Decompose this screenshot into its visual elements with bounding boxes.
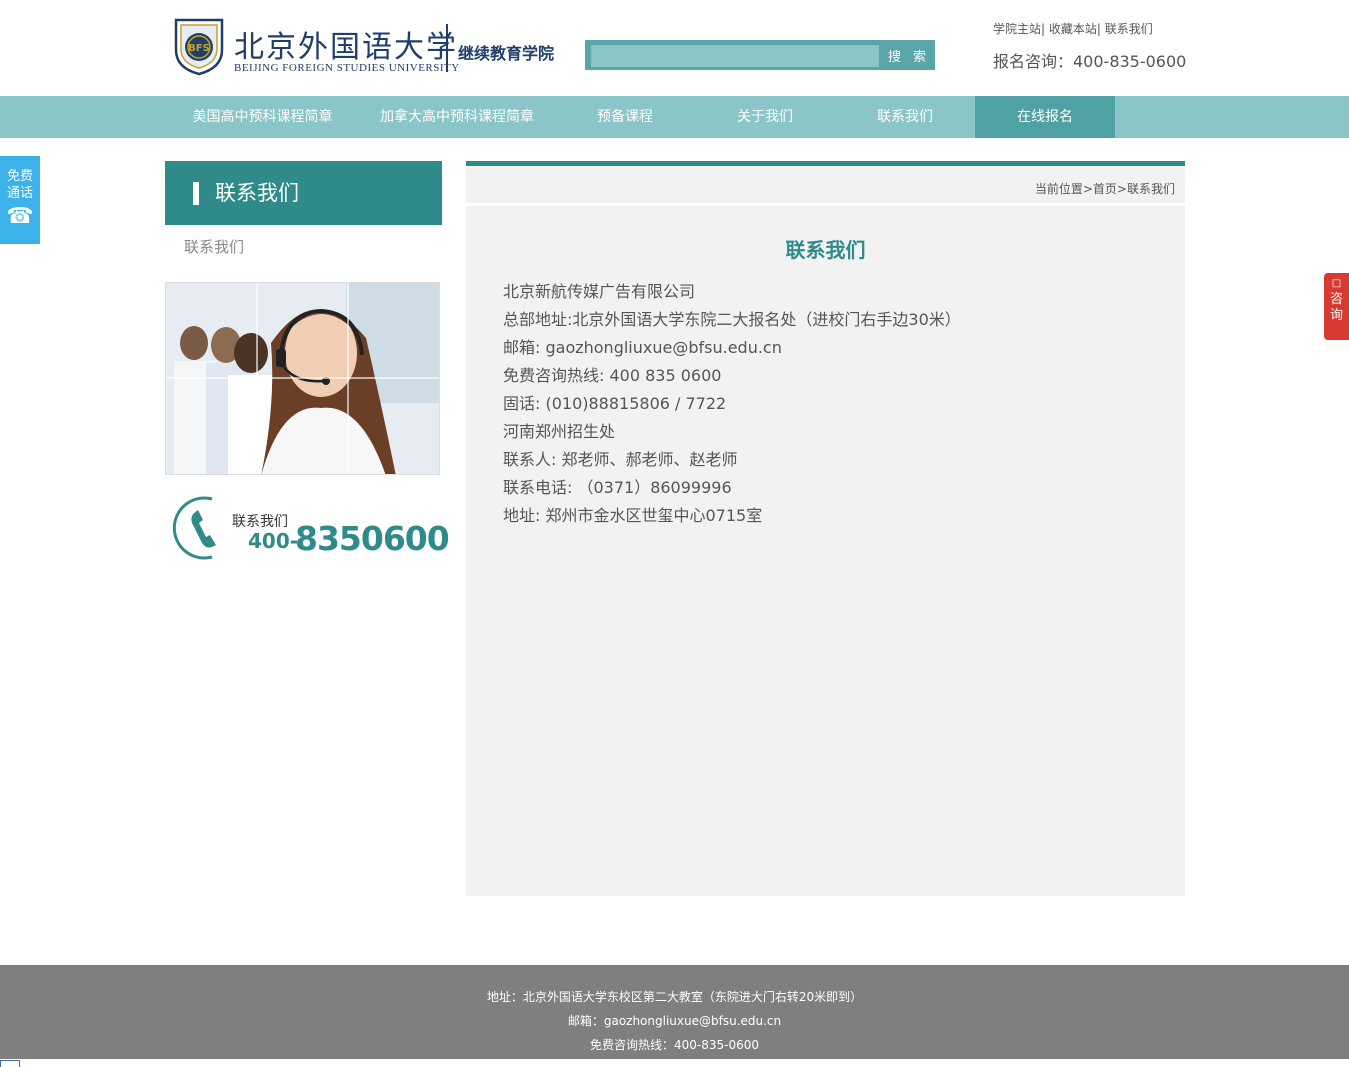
free-hotline-line: 免费咨询热线: 400 835 0600: [503, 366, 722, 385]
school-name: 继续教育学院: [458, 44, 555, 63]
email-line: 邮箱: gaozhongliuxue@bfsu.edu.cn: [503, 338, 782, 357]
nav-item-canada-prep[interactable]: 加拿大高中预科课程简章: [362, 96, 552, 138]
company-name: 北京新航传媒广告有限公司: [503, 282, 696, 301]
hotline-text: 报名咨询：400-835-0600: [993, 52, 1187, 71]
footer-hotline: 免费咨询热线：400-835-0600: [589, 1038, 759, 1052]
hotline-banner-number: 8350600: [295, 519, 450, 558]
university-logo[interactable]: BFS 北京外国语大学 BEIJING FOREIGN STUDIES UNIV…: [172, 16, 572, 80]
consult-label: 咨询: [1329, 292, 1343, 323]
content-panel: 当前位置>首页>联系我们 联系我们 北京新航传媒广告有限公司 总部地址:北京外国…: [466, 161, 1185, 896]
link-separator: |: [1096, 22, 1105, 36]
top-links: 学院主站| 收藏本站| 联系我们: [993, 20, 1153, 37]
bookmark-link[interactable]: 收藏本站: [1049, 22, 1097, 36]
search-input[interactable]: [591, 45, 879, 67]
breadcrumb-bar: 当前位置>首页>联系我们: [466, 166, 1185, 206]
nav-item-contact[interactable]: 联系我们: [835, 96, 975, 138]
main-site-link[interactable]: 学院主站: [993, 22, 1041, 36]
call-center-image: [166, 283, 439, 474]
free-call-label-2: 通话: [6, 186, 33, 201]
crest-letters: BFS: [188, 43, 210, 54]
chat-icon: □: [1331, 278, 1342, 289]
browser-corner-icon: [0, 1060, 20, 1067]
phone-handset-icon: [172, 496, 216, 560]
footer-address: 地址：北京外国语大学东校区第二大教室（东院进大门右转20米即到）: [486, 990, 863, 1004]
title-bar-decoration: [193, 182, 199, 205]
contact-person-line: 联系人: 郑老师、郝老师、赵老师: [503, 450, 738, 469]
zhengzhou-address: 地址: 郑州市金水区世玺中心0715室: [503, 506, 763, 525]
footer-email: 邮箱：gaozhongliuxue@bfsu.edu.cn: [567, 1014, 782, 1028]
contact-info: 北京新航传媒广告有限公司 总部地址:北京外国语大学东院二大报名处（进校门右手边3…: [503, 278, 961, 530]
contact-phone-line: 联系电话: （0371）86099996: [503, 478, 732, 497]
free-call-widget[interactable]: 免费 通话 ☎: [0, 156, 40, 244]
call-center-photo: [165, 282, 440, 475]
university-name-en: BEIJING FOREIGN STUDIES UNIVERSITY: [234, 62, 460, 74]
nav-item-about[interactable]: 关于我们: [695, 96, 835, 138]
logo-divider: [446, 24, 448, 72]
landline-line: 固话: (010)88815806 / 7722: [503, 394, 727, 413]
search-box: 搜 索: [585, 40, 935, 70]
university-name-cn: 北京外国语大学: [234, 30, 458, 65]
nav-item-apply[interactable]: 在线报名: [975, 96, 1115, 138]
breadcrumb[interactable]: 当前位置>首页>联系我们: [1035, 180, 1175, 197]
university-crest-icon: BFS: [174, 18, 224, 76]
search-button[interactable]: 搜 索: [883, 42, 935, 68]
hq-address: 总部地址:北京外国语大学东院二大报名处（进校门右手边30米）: [503, 310, 961, 329]
sidebar-title: 联系我们: [165, 161, 442, 225]
page-title: 联系我们: [785, 238, 866, 262]
sidebar-item-contact[interactable]: 联系我们: [184, 236, 244, 257]
nav-item-us-prep[interactable]: 美国高中预科课程简章: [170, 96, 355, 138]
site-header: BFS 北京外国语大学 BEIJING FOREIGN STUDIES UNIV…: [0, 0, 1349, 96]
consult-widget[interactable]: □ 咨询: [1324, 273, 1349, 340]
zhengzhou-office: 河南郑州招生处: [503, 422, 616, 441]
contact-link[interactable]: 联系我们: [1105, 22, 1153, 36]
main-nav: 美国高中预科课程简章 加拿大高中预科课程简章 预备课程 关于我们 联系我们 在线…: [0, 96, 1349, 138]
sidebar-title-text: 联系我们: [215, 181, 299, 205]
hotline-banner-label: 联系我们: [232, 514, 288, 530]
sidebar-hotline-banner: 联系我们 400- 8350600: [172, 493, 450, 565]
link-separator: |: [1041, 22, 1049, 36]
site-footer: 地址：北京外国语大学东校区第二大教室（东院进大门右转20米即到） 邮箱：gaoz…: [0, 965, 1349, 1059]
free-call-label-1: 免费: [6, 169, 33, 184]
nav-item-prep-courses[interactable]: 预备课程: [555, 96, 695, 138]
hotline-banner-prefix: 400-: [248, 529, 299, 553]
phone-icon: ☎: [6, 204, 34, 229]
